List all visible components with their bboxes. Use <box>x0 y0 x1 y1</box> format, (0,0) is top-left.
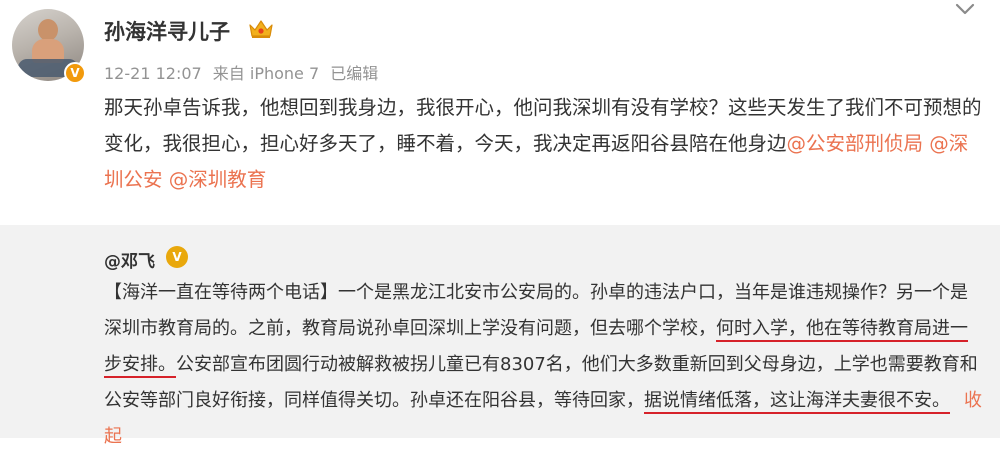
post-username[interactable]: 孙海洋寻儿子 <box>104 16 230 46</box>
crown-icon <box>249 20 273 38</box>
repost-username[interactable]: @邓飞 <box>104 247 155 272</box>
mention-link[interactable]: @深圳教育 <box>169 168 267 191</box>
post-edited-label[interactable]: 已编辑 <box>330 64 378 83</box>
verified-badge-icon: V <box>64 62 86 84</box>
underlined-text: 据说情绪低落，这让海洋夫妻很不安。 <box>644 390 950 411</box>
avatar-photo-head <box>38 19 58 41</box>
post-body: 那天孙卓告诉我，他想回到我身边，我很开心，他问我深圳有没有学校？这些天发生了我们… <box>104 90 984 198</box>
repost-body: 【海洋一直在等待两个电话】一个是黑龙江北安市公安局的。孙卓的违法户口，当年是谁违… <box>104 275 984 455</box>
mention-link[interactable]: @公安部刑侦局 <box>787 132 924 155</box>
chevron-down-icon[interactable] <box>954 2 976 16</box>
repost-verified-badge-icon: V <box>166 246 188 268</box>
repost-box: @邓飞 V 【海洋一直在等待两个电话】一个是黑龙江北安市公安局的。孙卓的违法户口… <box>0 225 1000 447</box>
post-meta: 12-21 12:07 来自 iPhone 7 已编辑 <box>104 60 384 84</box>
post-source: 来自 iPhone 7 <box>212 64 320 83</box>
post-timestamp[interactable]: 12-21 12:07 <box>104 64 202 83</box>
